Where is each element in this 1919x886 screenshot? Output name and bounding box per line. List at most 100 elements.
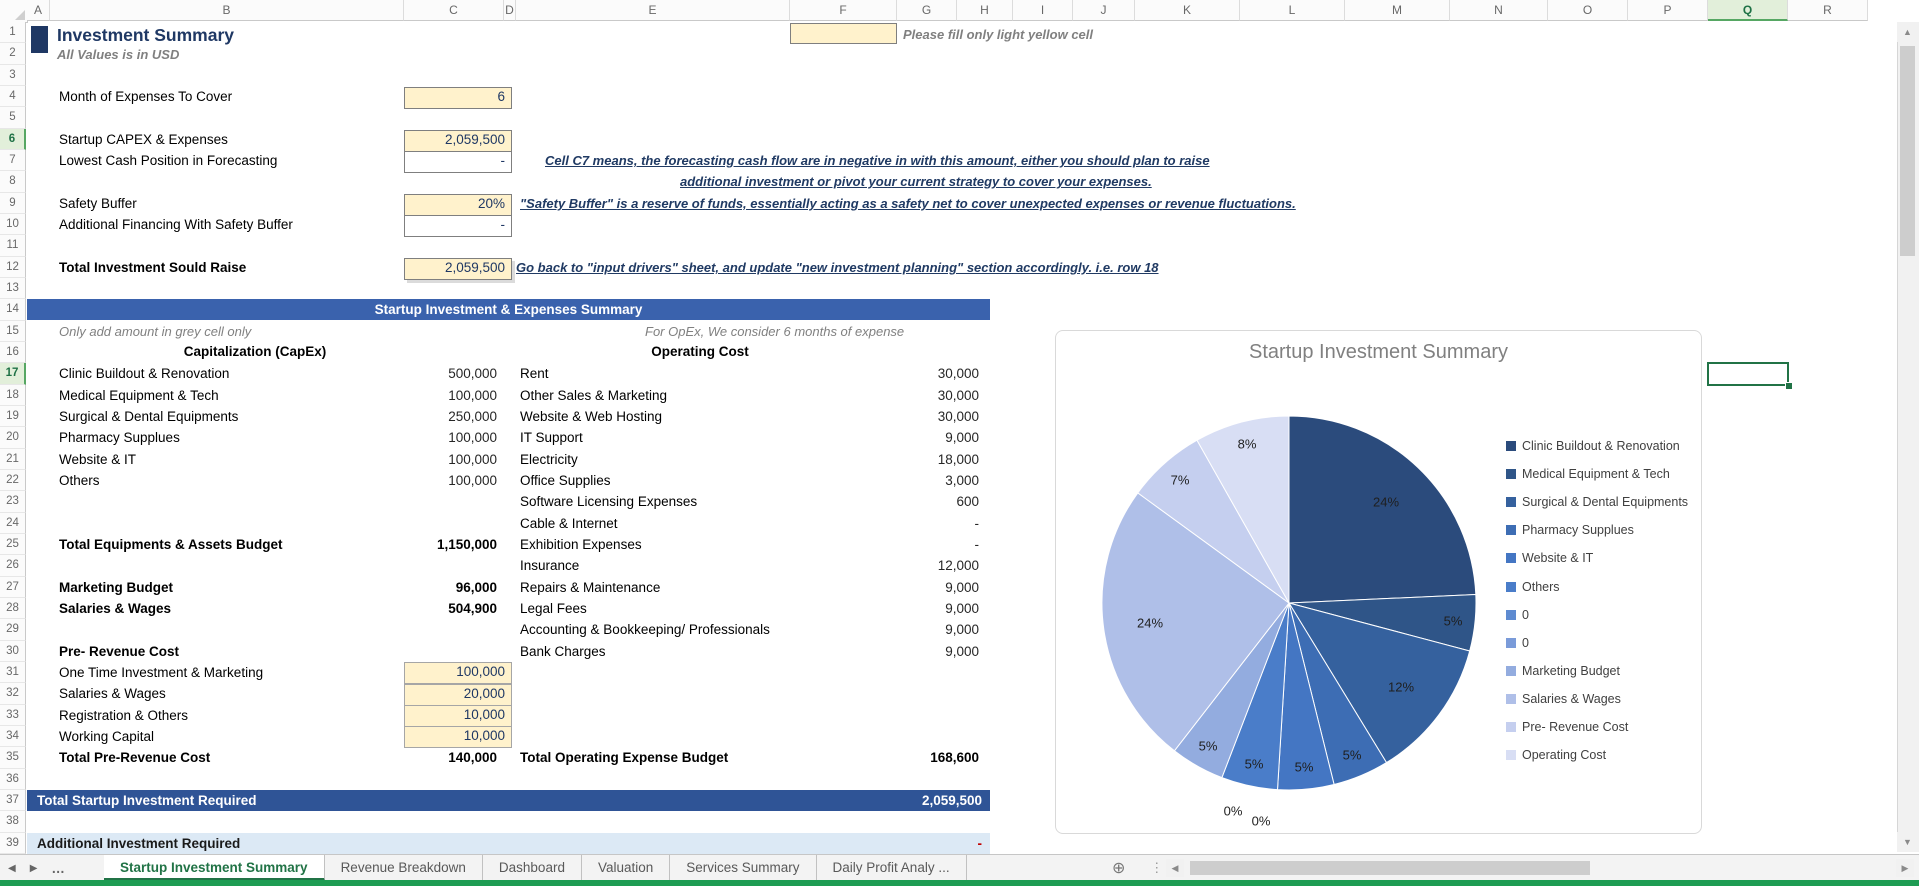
marketing-budget-value[interactable]: 96,000 [300, 580, 497, 595]
opex-item-label[interactable]: Bank Charges [520, 644, 606, 659]
top-row-label-1[interactable]: Startup CAPEX & Expenses [59, 132, 228, 147]
column-header-b[interactable]: B [50, 0, 404, 21]
opex-item-value[interactable]: 9,000 [779, 622, 979, 637]
legend-item-10[interactable]: Pre- Revenue Cost [1506, 720, 1628, 734]
row-header-25[interactable]: 25 [0, 533, 26, 556]
legend-item-6[interactable]: 0 [1506, 608, 1529, 622]
total-required-band[interactable]: Total Startup Investment Required 2,059,… [27, 790, 990, 811]
row-header-30[interactable]: 30 [0, 640, 26, 662]
f1-input-cell[interactable] [790, 23, 897, 44]
row-header-31[interactable]: 31 [0, 661, 26, 684]
pre-revenue-item-cell[interactable]: 20,000 [404, 683, 512, 706]
opex-item-label[interactable]: Legal Fees [520, 601, 587, 616]
row-header-10[interactable]: 10 [0, 213, 26, 236]
legend-item-9[interactable]: Salaries & Wages [1506, 692, 1621, 706]
row-header-21[interactable]: 21 [0, 448, 26, 470]
row-header-38[interactable]: 38 [0, 811, 26, 833]
row-header-6[interactable]: 6 [0, 128, 26, 150]
opex-item-value[interactable]: 30,000 [779, 366, 979, 381]
summary-right-note[interactable]: For OpEx, We consider 6 months of expens… [645, 324, 904, 339]
row-header-26[interactable]: 26 [0, 555, 26, 577]
opex-item-label[interactable]: Cable & Internet [520, 516, 618, 531]
row-header-16[interactable]: 16 [0, 341, 26, 364]
legend-item-11[interactable]: Operating Cost [1506, 748, 1606, 762]
legend-item-0[interactable]: Clinic Buildout & Renovation [1506, 439, 1680, 453]
opex-item-value[interactable]: - [779, 537, 980, 552]
hscroll-left-button[interactable]: ◀ [1166, 859, 1184, 877]
opex-total-value[interactable]: 168,600 [779, 750, 979, 765]
top-row-cell-3[interactable]: 20% [404, 193, 512, 216]
legend-item-8[interactable]: Marketing Budget [1506, 664, 1620, 678]
top-row-cell-4[interactable]: - [404, 214, 512, 237]
top-row-label-2[interactable]: Lowest Cash Position in Forecasting [59, 153, 277, 168]
sheet-tab-services-summary[interactable]: Services Summary [670, 855, 817, 881]
sheet-tab-revenue-breakdown[interactable]: Revenue Breakdown [325, 855, 483, 881]
note-c7-line1[interactable]: Cell C7 means, the forecasting cash flow… [545, 153, 1210, 168]
tab-overflow-icon[interactable]: … [51, 861, 65, 876]
sheet-tab-startup-investment-summary[interactable]: Startup Investment Summary [104, 855, 325, 881]
column-header-e[interactable]: E [516, 0, 790, 21]
legend-item-1[interactable]: Medical Equipment & Tech [1506, 467, 1670, 481]
marketing-budget-label[interactable]: Marketing Budget [59, 580, 173, 595]
selection-fill-handle[interactable] [1785, 382, 1793, 390]
opex-item-value[interactable]: 9,000 [779, 601, 979, 616]
pie-slice-0[interactable] [1288, 415, 1477, 604]
capex-item-value[interactable]: 250,000 [300, 409, 497, 424]
row-header-37[interactable]: 37 [0, 789, 26, 812]
summary-band-header[interactable]: Startup Investment & Expenses Summary [27, 299, 990, 320]
opex-item-value[interactable]: 600 [779, 494, 979, 509]
row-header-34[interactable]: 34 [0, 725, 26, 748]
pre-revenue-item-label[interactable]: Registration & Others [59, 708, 188, 723]
opex-item-value[interactable]: 30,000 [779, 409, 979, 424]
row-header-35[interactable]: 35 [0, 747, 26, 769]
row-header-18[interactable]: 18 [0, 384, 26, 406]
capex-item-label[interactable]: Surgical & Dental Equipments [59, 409, 238, 424]
pre-revenue-item-cell[interactable]: 10,000 [404, 705, 512, 728]
capex-header[interactable]: Capitalization (CapEx) [100, 344, 410, 359]
legend-item-4[interactable]: Website & IT [1506, 551, 1593, 565]
scroll-up-button[interactable]: ▲ [1897, 22, 1918, 42]
pre-revenue-total-value[interactable]: 140,000 [300, 750, 497, 765]
row-header-17[interactable]: 17 [0, 363, 26, 385]
note-total-investment[interactable]: Go back to "input drivers" sheet, and up… [516, 260, 1159, 275]
capex-total-label[interactable]: Total Equipments & Assets Budget [59, 537, 283, 552]
row-header-4[interactable]: 4 [0, 85, 26, 108]
column-header-a[interactable]: A [27, 0, 50, 21]
row-header-7[interactable]: 7 [0, 149, 26, 172]
summary-left-note[interactable]: Only add amount in grey cell only [59, 324, 251, 339]
salaries-wages-label[interactable]: Salaries & Wages [59, 601, 171, 616]
pre-revenue-item-label[interactable]: One Time Investment & Marketing [59, 665, 263, 680]
column-header-f[interactable]: F [790, 0, 897, 21]
pre-revenue-total-label[interactable]: Total Pre-Revenue Cost [59, 750, 210, 765]
sheet-tab-dashboard[interactable]: Dashboard [483, 855, 582, 881]
row-header-15[interactable]: 15 [0, 320, 26, 342]
capex-item-value[interactable]: 100,000 [300, 452, 497, 467]
column-header-k[interactable]: K [1135, 0, 1240, 21]
opex-item-value[interactable]: 9,000 [779, 430, 979, 445]
column-header-g[interactable]: G [897, 0, 957, 21]
opex-item-label[interactable]: Accounting & Bookkeeping/ Professionals [520, 622, 770, 637]
row-header-39[interactable]: 39 [0, 832, 26, 854]
pre-revenue-item-label[interactable]: Salaries & Wages [59, 686, 166, 701]
selected-cell-q17[interactable] [1707, 362, 1789, 386]
vertical-scroll-thumb[interactable] [1900, 46, 1915, 256]
opex-item-value[interactable]: 9,000 [779, 580, 979, 595]
salaries-wages-value[interactable]: 504,900 [300, 601, 497, 616]
column-header-l[interactable]: L [1240, 0, 1345, 21]
capex-total-value[interactable]: 1,150,000 [300, 537, 497, 552]
add-sheet-icon[interactable]: ⊕ [1112, 858, 1125, 878]
column-header-i[interactable]: I [1013, 0, 1073, 21]
opex-item-label[interactable]: Website & Web Hosting [520, 409, 662, 424]
legend-item-3[interactable]: Pharmacy Supplues [1506, 523, 1634, 537]
note-safety-buffer[interactable]: "Safety Buffer" is a reserve of funds, e… [520, 196, 1296, 211]
opex-item-value[interactable]: 3,000 [779, 473, 979, 488]
column-header-p[interactable]: P [1628, 0, 1708, 21]
top-row-cell-5[interactable]: 2,059,500 [404, 257, 512, 280]
legend-item-2[interactable]: Surgical & Dental Equipments [1506, 495, 1688, 509]
opex-item-label[interactable]: Office Supplies [520, 473, 611, 488]
legend-item-5[interactable]: Others [1506, 580, 1560, 594]
row-header-13[interactable]: 13 [0, 277, 26, 300]
column-header-o[interactable]: O [1548, 0, 1628, 21]
opex-header[interactable]: Operating Cost [555, 344, 845, 359]
opex-item-label[interactable]: IT Support [520, 430, 583, 445]
